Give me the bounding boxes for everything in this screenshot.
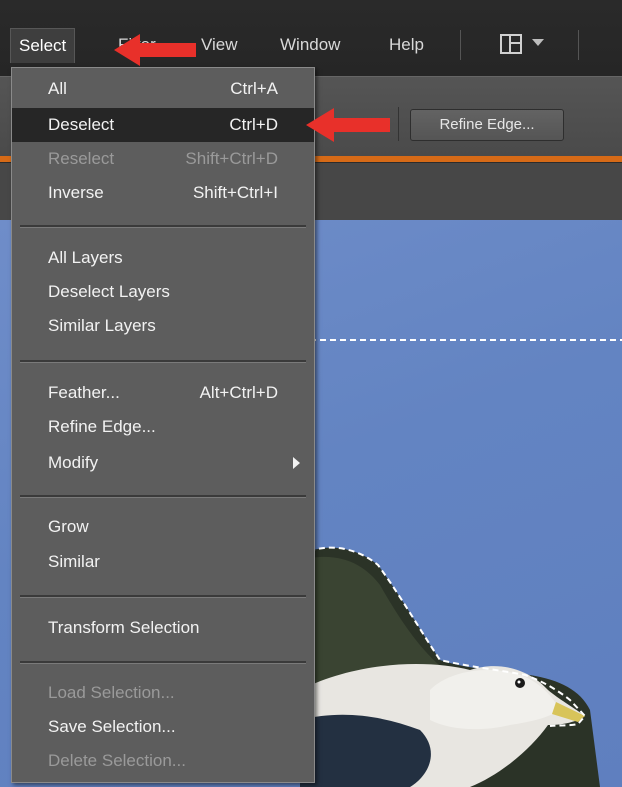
menu-divider [20, 661, 306, 664]
menu-item-label: Reselect [48, 149, 115, 168]
menu-item-label: Feather... [48, 383, 120, 402]
menu-item-label: Grow [48, 517, 89, 536]
workspace-layout-icon [500, 34, 522, 54]
menu-item-label: Transform Selection [48, 618, 200, 637]
menu-item-label: Deselect Layers [48, 282, 170, 301]
menu-item-label: Refine Edge... [48, 417, 156, 436]
menu-item-feather[interactable]: Feather... Alt+Ctrl+D [12, 376, 314, 410]
menu-divider [20, 225, 306, 228]
menu-item-label: Delete Selection... [48, 751, 186, 770]
menubar-divider [578, 30, 579, 60]
menu-item-transform-selection[interactable]: Transform Selection [12, 611, 314, 645]
menu-item-label: Deselect [48, 115, 115, 134]
menu-item-load-selection: Load Selection... [12, 676, 314, 710]
menu-item-label: Modify [48, 453, 99, 472]
menu-item-reselect: Reselect Shift+Ctrl+D [12, 142, 314, 176]
menu-item-refine-edge[interactable]: Refine Edge... [12, 410, 314, 444]
menu-item-all-layers[interactable]: All Layers [12, 241, 314, 275]
menu-item-label: All Layers [48, 248, 123, 267]
menubar: Select Filter View Window Help [0, 0, 622, 76]
chevron-down-icon [532, 39, 544, 46]
menu-item-shortcut: Ctrl+D [229, 115, 278, 134]
menu-divider [20, 495, 306, 498]
select-menu-dropdown: All Ctrl+A Deselect Ctrl+D Reselect Shif… [11, 67, 315, 783]
menu-divider [20, 360, 306, 363]
annotation-arrow-icon [306, 108, 390, 142]
menu-window[interactable]: Window [272, 28, 348, 62]
menu-select[interactable]: Select [10, 28, 76, 63]
menu-item-similar[interactable]: Similar [12, 545, 314, 579]
menubar-divider [460, 30, 461, 60]
menu-item-label: Similar Layers [48, 316, 156, 335]
annotation-arrow-icon [114, 34, 196, 66]
menu-item-label: Load Selection... [48, 683, 175, 702]
menu-item-grow[interactable]: Grow [12, 510, 314, 544]
menu-item-label: Save Selection... [48, 717, 176, 736]
menu-item-delete-selection: Delete Selection... [12, 744, 314, 778]
menu-view[interactable]: View [193, 28, 246, 62]
submenu-arrow-icon [293, 457, 300, 469]
refine-edge-button[interactable]: Refine Edge... [410, 109, 564, 141]
menu-item-label: All [48, 79, 67, 98]
menu-item-shortcut: Shift+Ctrl+I [192, 183, 278, 202]
menu-item-shortcut: Alt+Ctrl+D [199, 383, 278, 402]
workspace-button[interactable] [494, 32, 558, 58]
menu-item-deselect-layers[interactable]: Deselect Layers [12, 275, 314, 309]
menu-item-deselect[interactable]: Deselect Ctrl+D [12, 108, 314, 142]
menu-item-save-selection[interactable]: Save Selection... [12, 710, 314, 744]
menu-item-modify[interactable]: Modify [12, 446, 314, 480]
menu-item-shortcut: Ctrl+A [230, 79, 278, 98]
menu-item-label: Inverse [48, 183, 104, 202]
menu-item-all[interactable]: All Ctrl+A [12, 72, 314, 106]
menu-item-label: Similar [48, 552, 100, 571]
menu-divider [20, 595, 306, 598]
menu-help[interactable]: Help [381, 28, 432, 62]
options-divider [398, 107, 399, 141]
menu-item-inverse[interactable]: Inverse Shift+Ctrl+I [12, 176, 314, 210]
menu-item-shortcut: Shift+Ctrl+D [185, 149, 278, 168]
menu-item-similar-layers[interactable]: Similar Layers [12, 309, 314, 343]
